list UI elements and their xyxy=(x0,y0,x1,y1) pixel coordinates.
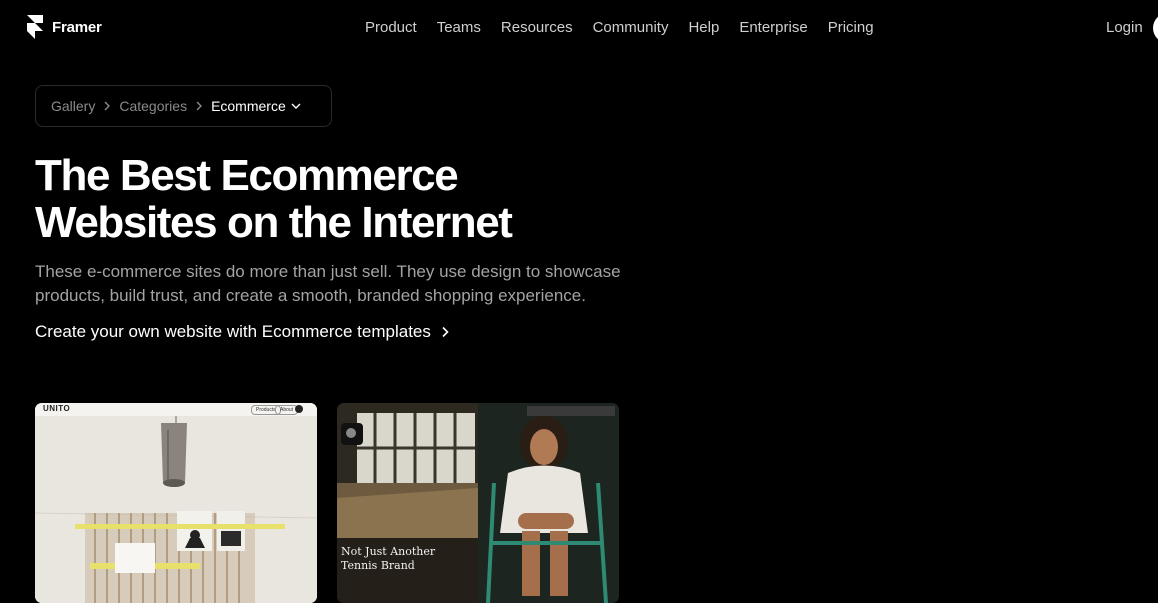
website-card-tennis-brand[interactable]: Not Just Another Tennis Brand xyxy=(337,403,619,603)
thumbnail-nav-bar xyxy=(527,406,615,416)
breadcrumb-categories[interactable]: Categories xyxy=(119,98,187,114)
nav-help[interactable]: Help xyxy=(681,17,726,39)
framer-logo-icon xyxy=(27,15,43,39)
caption-line-1: Not Just Another xyxy=(341,545,436,558)
nav-product[interactable]: Product xyxy=(358,17,424,39)
category-dropdown[interactable]: Ecommerce xyxy=(211,98,301,114)
site-thumbnail-image xyxy=(337,403,478,603)
thumbnail-brand: UNITO xyxy=(43,404,71,413)
page-subtitle: These e-commerce sites do more than just… xyxy=(35,262,621,305)
chevron-right-icon xyxy=(195,101,203,111)
nav-links: Product Teams Resources Community Help E… xyxy=(358,17,887,39)
title-line-2: Websites on the Internet xyxy=(35,198,513,247)
chevron-right-icon xyxy=(103,101,111,111)
login-link[interactable]: Login xyxy=(1106,17,1143,39)
framer-logo[interactable]: Framer xyxy=(27,15,102,39)
nav-enterprise[interactable]: Enterprise xyxy=(732,17,814,39)
website-card-unito[interactable]: UNITO Products About xyxy=(35,403,317,603)
nav-teams[interactable]: Teams xyxy=(430,17,488,39)
thumbnail-right-panel xyxy=(478,403,619,603)
breadcrumb-current-label: Ecommerce xyxy=(211,98,286,114)
brand-name: Framer xyxy=(52,18,102,36)
nav-pricing[interactable]: Pricing xyxy=(821,17,881,39)
signup-button[interactable] xyxy=(1153,13,1158,43)
breadcrumb-gallery[interactable]: Gallery xyxy=(51,98,95,114)
nav-resources[interactable]: Resources xyxy=(494,17,580,39)
site-thumbnail-image xyxy=(35,403,317,603)
breadcrumb: Gallery Categories Ecommerce xyxy=(35,85,332,127)
cta-label: Create your own website with Ecommerce t… xyxy=(35,322,431,341)
site-thumbnail-photo xyxy=(478,403,619,603)
nav-community[interactable]: Community xyxy=(586,17,676,39)
chevron-down-icon xyxy=(291,103,301,109)
chevron-right-icon xyxy=(442,326,449,338)
title-line-1: The Best Ecommerce xyxy=(35,151,459,200)
thumbnail-header: UNITO Products About xyxy=(35,403,317,416)
thumbnail-left-panel: Not Just Another Tennis Brand xyxy=(337,403,478,603)
page-title: The Best Ecommerce Websites on the Inter… xyxy=(35,152,635,246)
templates-cta-link[interactable]: Create your own website with Ecommerce t… xyxy=(35,320,449,344)
thumbnail-caption: Not Just Another Tennis Brand xyxy=(341,545,435,573)
top-navbar: Framer Product Teams Resources Community… xyxy=(0,0,1158,56)
caption-line-2: Tennis Brand xyxy=(341,559,415,572)
thumbnail-cart-icon xyxy=(295,405,303,413)
